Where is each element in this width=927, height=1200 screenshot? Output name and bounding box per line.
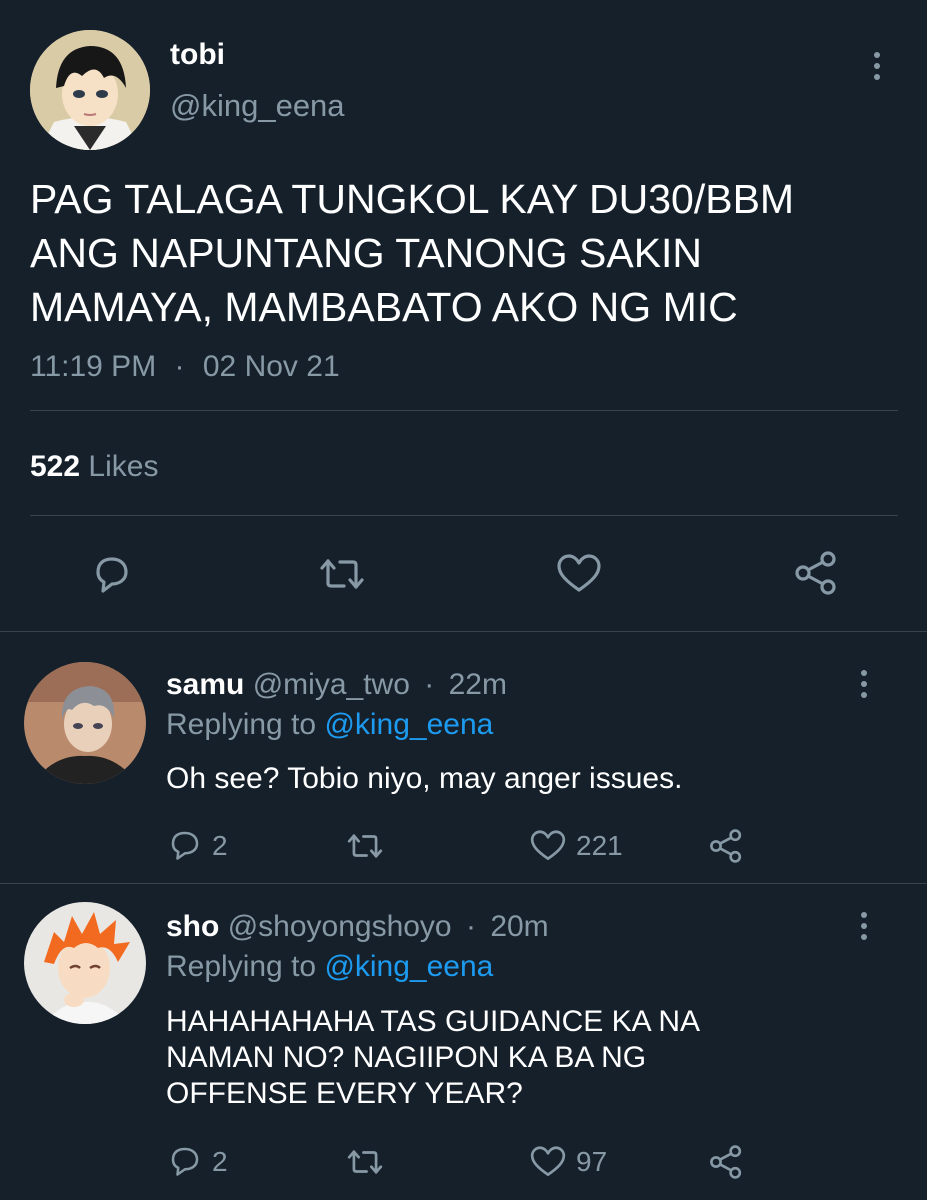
reply-icon[interactable] — [88, 550, 136, 598]
reply-avatar[interactable] — [24, 902, 146, 1024]
likes-count: 522 — [30, 450, 81, 483]
reply-count: 2 — [212, 830, 228, 861]
reply-avatar[interactable] — [24, 662, 146, 784]
header-separator: · — [465, 910, 476, 943]
main-tweet-text-line: ANG NAPUNTANG TANONG SAKIN — [30, 230, 703, 276]
like-count: 221 — [576, 830, 623, 861]
replying-to-link[interactable]: @king_eena — [324, 708, 493, 741]
divider — [0, 631, 927, 632]
main-tweet-text-line: PAG TALAGA TUNGKOL KAY DU30/BBM — [30, 176, 795, 222]
main-tweet-date: 02 Nov 21 — [202, 350, 340, 383]
like-count: 97 — [576, 1146, 608, 1177]
replying-prefix: Replying to — [166, 708, 317, 741]
avatar-illustration — [30, 30, 150, 150]
main-tweet-timestamp: 11:19 PM · 02 Nov 21 — [30, 350, 340, 384]
heart-icon[interactable] — [528, 827, 568, 865]
reply-header: samu @miya_two · 22m — [166, 668, 507, 702]
main-tweet-more-icon[interactable] — [872, 52, 882, 85]
likes-label: Likes — [88, 450, 159, 483]
reply-display-name[interactable]: samu — [166, 668, 244, 701]
main-tweet-time: 11:19 PM — [30, 350, 157, 383]
share-icon[interactable] — [706, 1142, 746, 1182]
share-icon[interactable] — [790, 548, 842, 598]
reply-age: 20m — [490, 910, 549, 943]
reply-count: 2 — [212, 1146, 228, 1177]
reply-more-icon[interactable] — [859, 912, 869, 945]
main-tweet-display-name[interactable]: tobi — [170, 38, 225, 72]
header-separator: · — [424, 668, 435, 701]
reply-header: sho @shoyongshoyo · 20m — [166, 910, 549, 944]
reply-text-line: HAHAHAHAHA TAS GUIDANCE KA NA — [166, 1005, 701, 1038]
reply-more-icon[interactable] — [859, 670, 869, 703]
reply-age: 22m — [448, 668, 507, 701]
reply-text: Oh see? Tobio niyo, may anger issues. — [166, 760, 682, 798]
replying-to-line: Replying to @king_eena — [166, 708, 493, 742]
heart-icon[interactable] — [554, 550, 604, 598]
main-tweet-text: PAG TALAGA TUNGKOL KAY DU30/BBM ANG NAPU… — [30, 172, 794, 334]
divider — [0, 883, 927, 884]
timestamp-separator: · — [174, 350, 185, 383]
retweet-icon[interactable] — [316, 550, 368, 598]
reply-text: HAHAHAHAHA TAS GUIDANCE KA NA NAMAN NO? … — [166, 1004, 700, 1112]
main-tweet-handle[interactable]: @king_eena — [170, 88, 345, 124]
avatar-illustration — [24, 662, 146, 784]
replying-to-line: Replying to @king_eena — [166, 950, 493, 984]
retweet-icon[interactable] — [342, 827, 388, 865]
reply-display-name[interactable]: sho — [166, 910, 219, 943]
reply-handle[interactable]: @shoyongshoyo — [228, 910, 452, 943]
main-tweet-likes[interactable]: 522 Likes — [30, 450, 158, 484]
replying-to-link[interactable]: @king_eena — [324, 950, 493, 983]
reply-handle[interactable]: @miya_two — [253, 668, 410, 701]
reply-icon[interactable] — [166, 1143, 204, 1179]
main-tweet-avatar[interactable] — [30, 30, 150, 150]
divider — [30, 515, 898, 516]
replying-prefix: Replying to — [166, 950, 317, 983]
divider — [30, 410, 898, 411]
main-tweet-text-line: MAMAYA, MAMBABATO AKO NG MIC — [30, 284, 738, 330]
reply-text-line: OFFENSE EVERY YEAR? — [166, 1077, 523, 1110]
share-icon[interactable] — [706, 826, 746, 866]
reply-icon[interactable] — [166, 827, 204, 863]
heart-icon[interactable] — [528, 1143, 568, 1181]
retweet-icon[interactable] — [342, 1143, 388, 1181]
reply-text-line: NAMAN NO? NAGIIPON KA BA NG — [166, 1041, 647, 1074]
avatar-illustration — [24, 902, 146, 1024]
reply-text-line: Oh see? Tobio niyo, may anger issues. — [166, 762, 683, 795]
